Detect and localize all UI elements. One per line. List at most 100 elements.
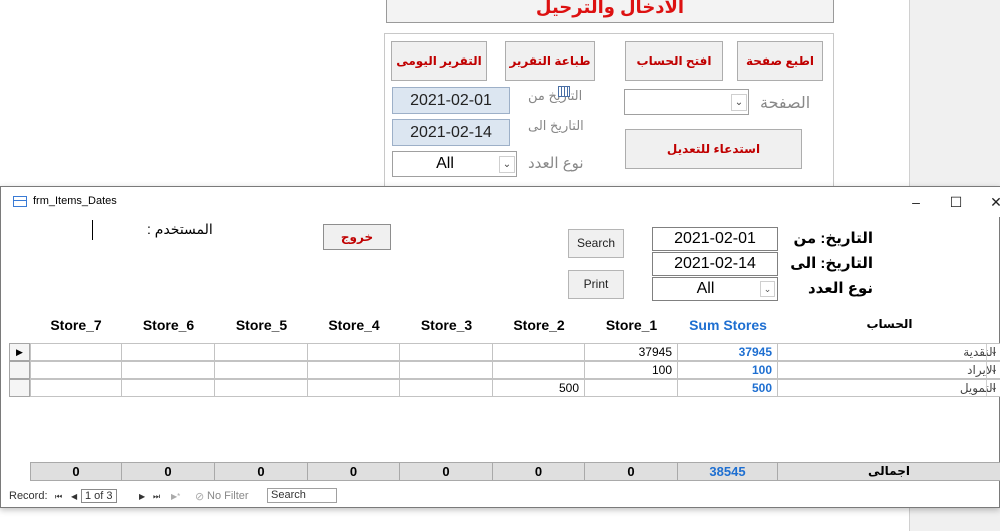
chevron-down-icon[interactable]: ⌄ bbox=[499, 156, 515, 173]
table-row[interactable]: ▶ 37945 37945 النقدية ⌄ bbox=[1, 343, 1000, 361]
print-button[interactable]: Print bbox=[568, 270, 624, 299]
cell-store-5[interactable] bbox=[215, 379, 308, 397]
cell-store-1[interactable] bbox=[585, 379, 678, 397]
total-store-2: 0 bbox=[493, 462, 585, 481]
chevron-down-icon[interactable]: ⌄ bbox=[986, 362, 1000, 378]
chevron-down-icon[interactable]: ⌄ bbox=[731, 94, 747, 111]
cell-store-4[interactable] bbox=[308, 379, 400, 397]
cell-sum-stores[interactable]: 37945 bbox=[678, 343, 778, 361]
bg-count-type-label: نوع العدد bbox=[528, 155, 584, 172]
nav-search-input[interactable]: Search bbox=[267, 488, 337, 503]
current-record[interactable]: 1 of 3 bbox=[81, 489, 117, 503]
minimize-icon[interactable]: – bbox=[901, 192, 931, 212]
cell-store-6[interactable] bbox=[122, 343, 215, 361]
cell-store-1[interactable]: 100 bbox=[585, 361, 678, 379]
col-header-store-6: Store_6 bbox=[142, 317, 195, 333]
cell-store-2[interactable] bbox=[493, 343, 585, 361]
row-selector[interactable]: ▶ bbox=[9, 343, 30, 361]
bg-page-combo[interactable]: ⌄ bbox=[624, 89, 749, 115]
col-header-account: الحساب bbox=[866, 317, 913, 331]
cell-store-4[interactable] bbox=[308, 343, 400, 361]
new-record-icon[interactable]: ▶* bbox=[171, 492, 180, 501]
maximize-icon[interactable]: ☐ bbox=[941, 192, 971, 212]
cell-account[interactable]: الايراد ⌄ bbox=[778, 361, 1000, 379]
calendar-icon[interactable] bbox=[558, 86, 570, 97]
bg-page-label: الصفحة bbox=[760, 95, 811, 112]
row-selector[interactable] bbox=[9, 379, 30, 397]
total-label: اجمالى bbox=[778, 462, 1000, 481]
cell-sum-stores[interactable]: 100 bbox=[678, 361, 778, 379]
cell-account[interactable]: النقدية ⌄ bbox=[778, 343, 1000, 361]
prev-record-icon[interactable]: ◀ bbox=[71, 492, 77, 501]
next-record-icon[interactable]: ▶ bbox=[139, 492, 145, 501]
chevron-down-icon[interactable]: ⌄ bbox=[986, 380, 1000, 396]
chevron-down-icon[interactable]: ⌄ bbox=[760, 281, 775, 297]
col-header-store-5: Store_5 bbox=[235, 317, 288, 333]
cell-store-6[interactable] bbox=[122, 361, 215, 379]
filter-icon: ⊘ bbox=[195, 491, 205, 503]
chevron-down-icon[interactable]: ⌄ bbox=[986, 344, 1000, 360]
table-row[interactable]: 100 100 الايراد ⌄ bbox=[1, 361, 1000, 379]
count-type-value: All bbox=[696, 280, 715, 297]
table-row[interactable]: 500 500 التمويل ⌄ bbox=[1, 379, 1000, 397]
window-title: frm_Items_Dates bbox=[33, 195, 117, 207]
date-to-field[interactable]: 2021-02-14 bbox=[652, 252, 778, 276]
cell-store-4[interactable] bbox=[308, 361, 400, 379]
cell-store-2[interactable]: 500 bbox=[493, 379, 585, 397]
bg-title-button[interactable]: الادخال والترحيل bbox=[386, 0, 834, 23]
cell-store-2[interactable] bbox=[493, 361, 585, 379]
date-from-label: التاريخ: من bbox=[793, 230, 873, 247]
user-field[interactable] bbox=[92, 220, 93, 240]
bg-count-type-combo[interactable]: All ⌄ bbox=[392, 151, 517, 177]
total-store-1: 0 bbox=[585, 462, 678, 481]
count-type-combo[interactable]: All ⌄ bbox=[652, 277, 778, 301]
cell-store-7[interactable] bbox=[30, 379, 122, 397]
search-button[interactable]: Search bbox=[568, 229, 624, 258]
date-to-label: التاريخ: الى bbox=[790, 255, 873, 272]
total-store-4: 0 bbox=[308, 462, 400, 481]
cell-account[interactable]: التمويل ⌄ bbox=[778, 379, 1000, 397]
bg-print-page-button[interactable]: اطبع صفحة bbox=[737, 41, 823, 81]
total-store-7: 0 bbox=[30, 462, 122, 481]
cell-sum-stores[interactable]: 500 bbox=[678, 379, 778, 397]
exit-button[interactable]: خروج bbox=[323, 224, 391, 250]
bg-date-to[interactable]: 2021-02-14 bbox=[392, 119, 510, 146]
col-header-store-1: Store_1 bbox=[605, 317, 658, 333]
record-navigation: Record: ⏮ ◀ 1 of 3 ▶ ⏭ ▶* ⊘ No Filter Se… bbox=[9, 488, 349, 505]
cell-store-7[interactable] bbox=[30, 343, 122, 361]
bg-count-type-value: All bbox=[436, 155, 454, 172]
bg-open-account-button[interactable]: افتح الحساب bbox=[625, 41, 723, 81]
cell-store-3[interactable] bbox=[400, 343, 493, 361]
bg-print-report-button[interactable]: طباعة التقرير bbox=[505, 41, 595, 81]
total-store-5: 0 bbox=[215, 462, 308, 481]
first-record-icon[interactable]: ⏮ bbox=[55, 492, 62, 502]
date-from-field[interactable]: 2021-02-01 bbox=[652, 227, 778, 251]
row-selector[interactable] bbox=[9, 361, 30, 379]
cell-store-5[interactable] bbox=[215, 343, 308, 361]
col-header-store-7: Store_7 bbox=[50, 317, 102, 333]
title-bar[interactable]: frm_Items_Dates – ☐ ✕ bbox=[1, 187, 1000, 217]
bg-date-from[interactable]: 2021-02-01 bbox=[392, 87, 510, 114]
bg-date-to-label: التاريخ الى bbox=[528, 118, 584, 133]
record-label: Record: bbox=[9, 490, 48, 502]
cell-store-3[interactable] bbox=[400, 379, 493, 397]
last-record-icon[interactable]: ⏭ bbox=[153, 492, 160, 502]
bg-date-from-label: التاريخ من bbox=[528, 88, 583, 103]
cell-store-1[interactable]: 37945 bbox=[585, 343, 678, 361]
cell-store-3[interactable] bbox=[400, 361, 493, 379]
col-header-store-2: Store_2 bbox=[513, 317, 565, 333]
cell-store-5[interactable] bbox=[215, 361, 308, 379]
bg-recall-edit-button[interactable]: استدعاء للتعديل bbox=[625, 129, 802, 169]
user-label: المستخدم : bbox=[147, 221, 213, 237]
filter-status[interactable]: No Filter bbox=[207, 490, 249, 502]
cell-store-7[interactable] bbox=[30, 361, 122, 379]
items-dates-window: frm_Items_Dates – ☐ ✕ المستخدم : خروج Se… bbox=[0, 186, 1000, 508]
form-icon bbox=[13, 196, 27, 207]
total-store-6: 0 bbox=[122, 462, 215, 481]
total-sum-stores: 38545 bbox=[678, 462, 778, 481]
bg-daily-report-button[interactable]: التقرير اليومى bbox=[391, 41, 487, 81]
cell-store-6[interactable] bbox=[122, 379, 215, 397]
col-header-store-3: Store_3 bbox=[420, 317, 473, 333]
close-icon[interactable]: ✕ bbox=[981, 192, 1000, 212]
count-type-label: نوع العدد bbox=[807, 280, 873, 297]
